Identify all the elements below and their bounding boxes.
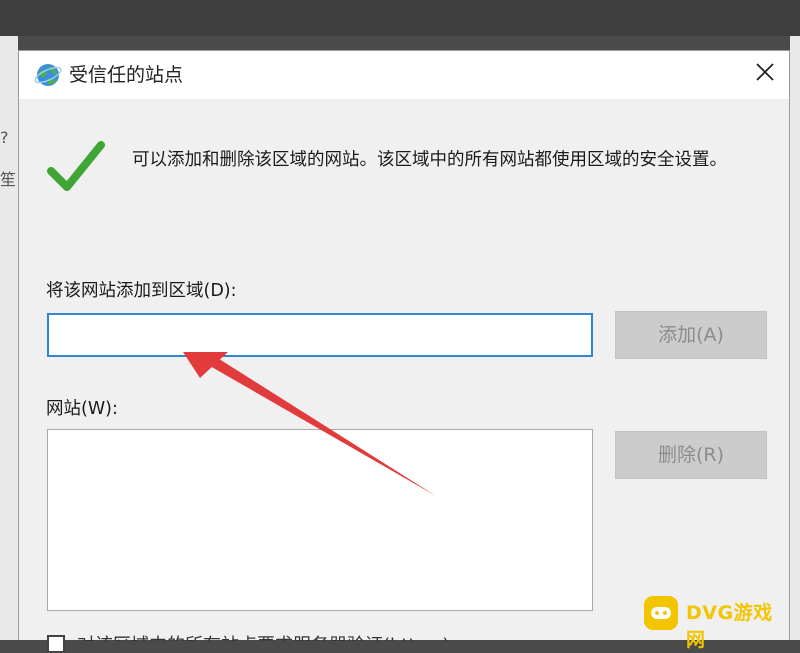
zone-description: 可以添加和删除该区域的网站。该区域中的所有网站都使用区域的安全设置。 — [132, 150, 727, 170]
add-site-label: 将该网站添加到区域(D): — [46, 281, 237, 301]
close-button[interactable] — [741, 51, 789, 95]
websites-label: 网站(W): — [46, 399, 118, 419]
watermark-logo-icon — [644, 596, 678, 630]
close-icon — [756, 63, 774, 81]
background-left-panel — [0, 36, 18, 640]
add-button[interactable]: 添加(A) — [615, 311, 767, 359]
background-text-fragment: ? — [0, 128, 9, 147]
background-text-fragment: 笙 — [0, 170, 17, 189]
checkmark-icon — [47, 141, 105, 191]
globe-icon — [34, 64, 62, 86]
remove-button[interactable]: 删除(R) — [615, 431, 767, 479]
websites-list[interactable] — [47, 429, 593, 611]
trusted-sites-dialog: 受信任的站点 可以添加和删除该区域的网站。该区域中的所有网站都使用区域的安全设置… — [18, 50, 790, 653]
background-right-panel — [790, 36, 800, 640]
title-bar: 受信任的站点 — [19, 51, 789, 99]
add-site-input[interactable] — [47, 313, 593, 357]
background-top — [0, 0, 800, 36]
watermark: DVG游戏网 — [642, 590, 792, 651]
dialog-title: 受信任的站点 — [69, 64, 184, 86]
watermark-text: DVG游戏网 — [686, 602, 773, 651]
require-https-checkbox[interactable] — [47, 635, 65, 653]
